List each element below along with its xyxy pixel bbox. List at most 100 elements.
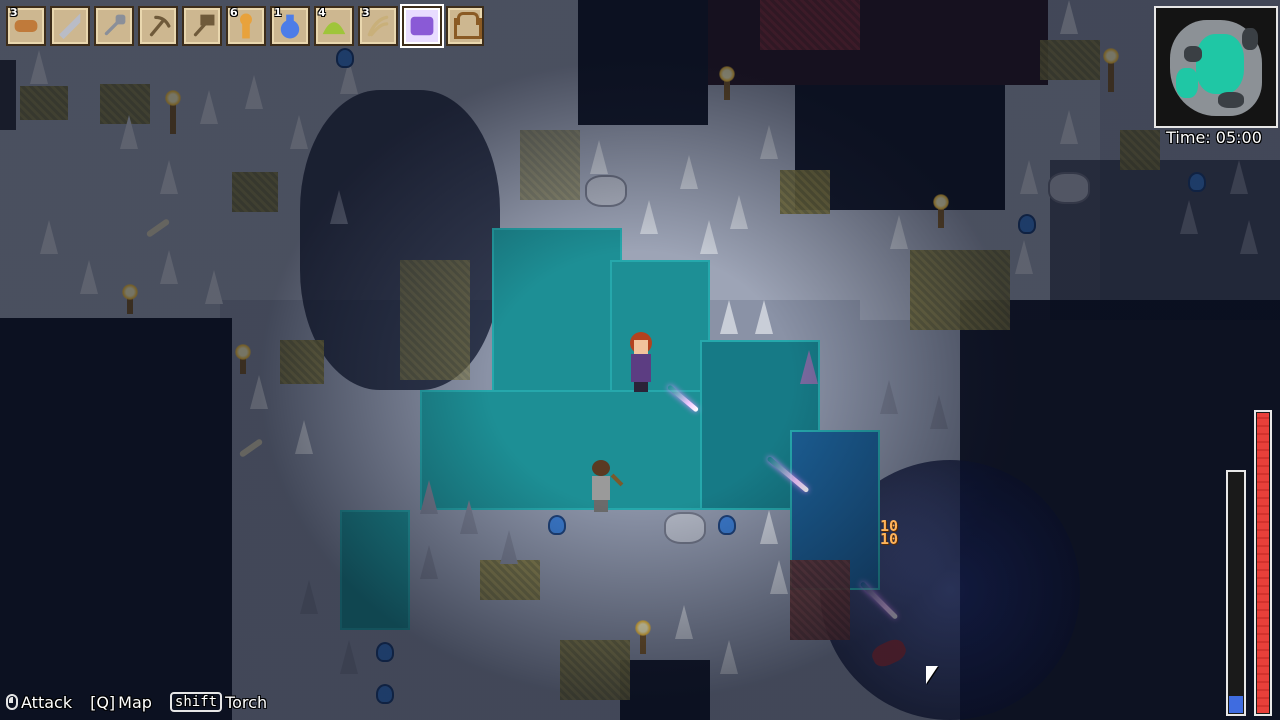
- time-value: 05:00: [1215, 128, 1262, 147]
- minimap-dark: [1242, 28, 1258, 50]
- spell-book-icon: [410, 16, 434, 36]
- stalagmite: [760, 510, 778, 544]
- bag-icon[interactable]: [446, 6, 484, 46]
- time-display: Time: 05:00: [1150, 128, 1278, 147]
- hotbar-slot-10[interactable]: [402, 6, 442, 46]
- glow-bulb[interactable]: [336, 48, 354, 68]
- torch[interactable]: [933, 194, 949, 228]
- glow-bulb[interactable]: [1188, 172, 1206, 192]
- stalagmite: [420, 545, 438, 579]
- glow-bulb[interactable]: [548, 515, 566, 535]
- sword-icon: [59, 13, 81, 39]
- moss-patch: [560, 640, 630, 700]
- moss-patch: [910, 250, 1010, 330]
- game-world[interactable]: 10 10: [0, 0, 1280, 720]
- stalagmite: [1060, 110, 1078, 144]
- glow-bulb[interactable]: [376, 642, 394, 662]
- torch[interactable]: [1103, 48, 1119, 92]
- stalagmite: [330, 190, 348, 224]
- stalagmite: [420, 480, 438, 514]
- stalagmite: [250, 375, 268, 409]
- glow-bulb[interactable]: [376, 684, 394, 704]
- stalagmite: [590, 140, 608, 174]
- torch[interactable]: [165, 90, 181, 134]
- cave-wall: [0, 60, 16, 130]
- moss-patch: [780, 170, 830, 214]
- npc-legs: [594, 500, 608, 512]
- stalagmite: [340, 640, 358, 674]
- stalagmite: [80, 260, 98, 294]
- pickaxe-icon: [149, 15, 171, 37]
- control-label: Attack: [21, 692, 73, 712]
- hotbar-slot-2[interactable]: [50, 6, 90, 46]
- damage-number-line: 10: [880, 530, 899, 548]
- glow-bulb[interactable]: [1018, 214, 1036, 234]
- moss-patch: [790, 560, 850, 640]
- moss-patch: [760, 0, 860, 50]
- glow-bulb[interactable]: [718, 515, 736, 535]
- hotbar-slot-5[interactable]: [182, 6, 222, 46]
- stalagmite: [720, 300, 738, 334]
- torch[interactable]: [635, 620, 651, 654]
- stalagmite: [290, 115, 308, 149]
- player-face: [634, 340, 648, 354]
- cave-wall: [620, 660, 710, 720]
- npc-head: [592, 460, 610, 476]
- mouse-left-icon: [6, 694, 18, 710]
- moss-patch: [400, 260, 470, 380]
- torch[interactable]: [719, 66, 735, 100]
- stalagmite: [720, 640, 738, 674]
- control-key: shift: [169, 692, 223, 712]
- control-hint-attack: Attack: [6, 693, 72, 712]
- stalagmite: [1240, 220, 1258, 254]
- stalagmite: [1230, 160, 1248, 194]
- player-legs: [634, 382, 648, 392]
- damage-number: 10 10: [880, 519, 899, 548]
- hotbar-slot-8[interactable]: 4: [314, 6, 354, 46]
- player-character: [626, 332, 656, 392]
- stalagmite: [800, 350, 818, 384]
- rock[interactable]: [585, 175, 627, 207]
- health-bar-fill: [1257, 413, 1269, 713]
- minimap-dark: [1218, 92, 1244, 108]
- control-hints: Attack [Q] Map shift Torch: [6, 692, 267, 712]
- hotbar-slot-9[interactable]: 3: [358, 6, 398, 46]
- torch[interactable]: [122, 284, 138, 314]
- stalagmite: [200, 90, 218, 124]
- stalagmite: [1180, 200, 1198, 234]
- rock[interactable]: [1048, 172, 1090, 204]
- minimap[interactable]: [1154, 6, 1278, 128]
- caveling-miner[interactable]: [586, 460, 624, 512]
- stalagmite: [880, 380, 898, 414]
- hotbar-slot-6[interactable]: 6: [226, 6, 266, 46]
- mouse-cursor-icon: [926, 666, 938, 684]
- stalagmite: [300, 580, 318, 614]
- item-count: 3: [10, 6, 18, 19]
- minimap-water: [1176, 68, 1198, 98]
- hunger-bar-fill: [1229, 695, 1243, 713]
- stalagmite: [160, 160, 178, 194]
- moss-patch: [480, 560, 540, 600]
- stalagmite: [680, 155, 698, 189]
- hotbar-slot-7[interactable]: 1: [270, 6, 310, 46]
- item-count: 3: [362, 6, 370, 19]
- hotbar-slot-3[interactable]: [94, 6, 134, 46]
- stalagmite: [700, 220, 718, 254]
- item-count: 1: [274, 6, 282, 19]
- stalagmite: [890, 215, 908, 249]
- cave-wall: [0, 318, 232, 720]
- control-label: Map: [118, 692, 152, 712]
- control-key: [Q]: [90, 692, 116, 712]
- hotbar-slot-1[interactable]: 3: [6, 6, 46, 46]
- npc-body: [592, 476, 610, 500]
- hotbar-slot-4[interactable]: [138, 6, 178, 46]
- rock[interactable]: [664, 512, 706, 544]
- minimap-water: [1196, 34, 1244, 94]
- torch[interactable]: [235, 344, 251, 374]
- shovel-icon: [104, 14, 126, 36]
- hunger-bar: [1226, 470, 1246, 716]
- stalagmite: [460, 500, 478, 534]
- stalagmite: [30, 50, 48, 84]
- hotbar: 3 6 1 4 3: [6, 6, 484, 46]
- moss-patch: [520, 130, 580, 200]
